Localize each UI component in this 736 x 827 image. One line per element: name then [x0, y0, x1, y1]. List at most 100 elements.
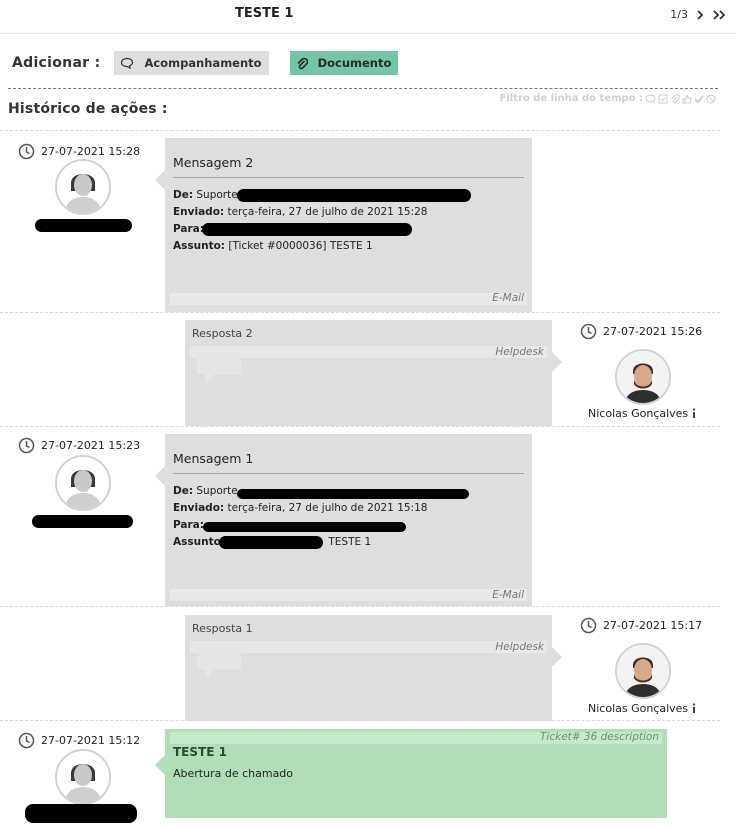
clock-icon [18, 143, 35, 160]
avatar [615, 349, 671, 405]
filter-document-icon[interactable] [670, 93, 680, 104]
timeline-item: Resposta 1 Helpdesk 27-07-2021 15:17 Nic… [0, 606, 720, 721]
user-name-text: Nicolas Gonçalves [588, 702, 689, 715]
add-label: Adicionar : [12, 55, 101, 71]
default-user-icon [57, 161, 109, 213]
add-actions-row: Adicionar : Acompanhamento Documento [12, 51, 419, 75]
add-followup-label: Acompanhamento [144, 56, 262, 70]
source-label: Ticket# 36 description [540, 731, 659, 743]
message-title: Mensagem 1 [173, 451, 254, 466]
header-label: Enviado: [173, 502, 225, 514]
redacted-from [237, 189, 471, 202]
header-label: De: [173, 189, 194, 201]
section-divider [8, 88, 718, 89]
timeline-item: 27-07-2021 15:23 Mensagem 1 De: Suporte … [0, 426, 720, 606]
filter-reset-icon[interactable] [706, 94, 716, 104]
item-date-text: 27-07-2021 15:17 [603, 619, 703, 632]
user-photo-icon [617, 351, 669, 403]
header-label: Para: [173, 519, 204, 531]
item-date: 27-07-2021 15:28 [18, 143, 140, 160]
source-label: E-Mail [492, 589, 524, 601]
reply-watermark-icon [197, 351, 241, 384]
redacted-from [237, 489, 469, 499]
redacted-to [202, 223, 412, 236]
add-document-button[interactable]: Documento [289, 51, 399, 75]
filter-followup-icon[interactable] [645, 94, 656, 104]
source-label: Helpdesk [495, 346, 544, 358]
default-user-icon [57, 457, 109, 509]
clock-icon [18, 437, 35, 454]
info-icon[interactable] [691, 703, 697, 714]
header-sent: Enviado: terça-feira, 27 de julho de 202… [173, 502, 427, 514]
clock-icon [18, 732, 35, 749]
item-date-text: 27-07-2021 15:12 [41, 734, 141, 747]
user-name[interactable]: Nicolas Gonçalves [588, 702, 697, 715]
redacted-subject [219, 536, 323, 549]
clock-icon [580, 617, 597, 634]
info-icon[interactable] [691, 408, 697, 419]
user-name-text: Nicolas Gonçalves [588, 407, 689, 420]
add-followup-button[interactable]: Acompanhamento [114, 51, 269, 75]
speech-bubble-icon [121, 57, 134, 69]
item-date: 27-07-2021 15:12 [18, 732, 140, 749]
header-sent: Enviado: terça-feira, 27 de julho de 202… [173, 206, 427, 218]
user-name[interactable]: Nicolas Gonçalves [588, 407, 697, 420]
timeline-item: 27-07-2021 15:28 Mensagem 2 De: Suporte … [0, 130, 720, 312]
item-date-text: 27-07-2021 15:28 [41, 145, 141, 158]
filter-validation-icon[interactable] [682, 94, 692, 104]
top-bar: TESTE 1 1/3 [0, 0, 736, 34]
reply-card[interactable]: Resposta 2 Helpdesk [185, 320, 562, 426]
add-document-label: Documento [317, 56, 392, 70]
redacted-author [25, 804, 137, 823]
user-photo-icon [617, 645, 669, 697]
reply-card[interactable]: Resposta 1 Helpdesk [185, 615, 562, 721]
next-icon[interactable] [696, 9, 704, 20]
header-value: Suporte [196, 189, 238, 201]
reply-watermark-icon [197, 646, 241, 679]
avatar [55, 455, 111, 511]
item-date: 27-07-2021 15:17 [580, 617, 702, 634]
item-date-text: 27-07-2021 15:23 [41, 439, 141, 452]
reply-title: Resposta 2 [192, 327, 253, 340]
filter-solution-icon[interactable] [694, 94, 704, 104]
message-divider [173, 473, 524, 474]
avatar [55, 749, 111, 805]
paperclip-icon [297, 57, 308, 69]
item-date-text: 27-07-2021 15:26 [603, 325, 703, 338]
last-page-icon[interactable] [712, 9, 726, 20]
source-bar [170, 293, 527, 305]
header-to: Para: [173, 223, 204, 235]
clock-icon [580, 323, 597, 340]
redacted-to [203, 522, 406, 532]
pager-count: 1/3 [670, 8, 688, 21]
header-value: TESTE 1 [328, 536, 372, 548]
header-to: Para: [173, 519, 204, 531]
email-message-card[interactable]: Mensagem 1 De: Suporte Enviado: terça-fe… [155, 434, 532, 606]
item-date: 27-07-2021 15:26 [580, 323, 702, 340]
header-value: Suporte [196, 485, 238, 497]
message-title: Mensagem 2 [173, 155, 254, 170]
message-divider [173, 177, 524, 178]
filter-task-icon[interactable] [658, 94, 668, 104]
ticket-description-text: Abertura de chamado [173, 767, 294, 780]
timeline-item: Resposta 2 Helpdesk 27-07-2021 15:26 Nic… [0, 312, 720, 426]
redacted-author [32, 515, 133, 528]
redacted-author [35, 219, 132, 232]
header-label: Para: [173, 223, 204, 235]
ticket-description-card[interactable]: Ticket# 36 description TESTE 1 Abertura … [155, 729, 667, 818]
header-value: [Ticket #0000036] TESTE 1 [228, 240, 373, 252]
header-label: De: [173, 485, 194, 497]
ticket-title: TESTE 1 [235, 6, 294, 21]
header-subject: Assunto: [Ticket #0000036] TESTE 1 [173, 240, 373, 252]
email-message-card[interactable]: Mensagem 2 De: Suporte Enviado: terça-fe… [155, 138, 532, 312]
ticket-title-text: TESTE 1 [173, 745, 227, 759]
source-label: Helpdesk [495, 641, 544, 653]
default-user-icon [57, 751, 109, 803]
reply-title: Resposta 1 [192, 622, 253, 635]
header-value: terça-feira, 27 de julho de 2021 15:28 [227, 206, 428, 218]
avatar [55, 159, 111, 215]
filter-label: Filtro de linha do tempo : [499, 93, 644, 104]
timeline-filter: Filtro de linha do tempo : [500, 93, 717, 104]
header-value: terça-feira, 27 de julho de 2021 15:18 [227, 502, 428, 514]
header-label: Assunto: [173, 240, 226, 252]
